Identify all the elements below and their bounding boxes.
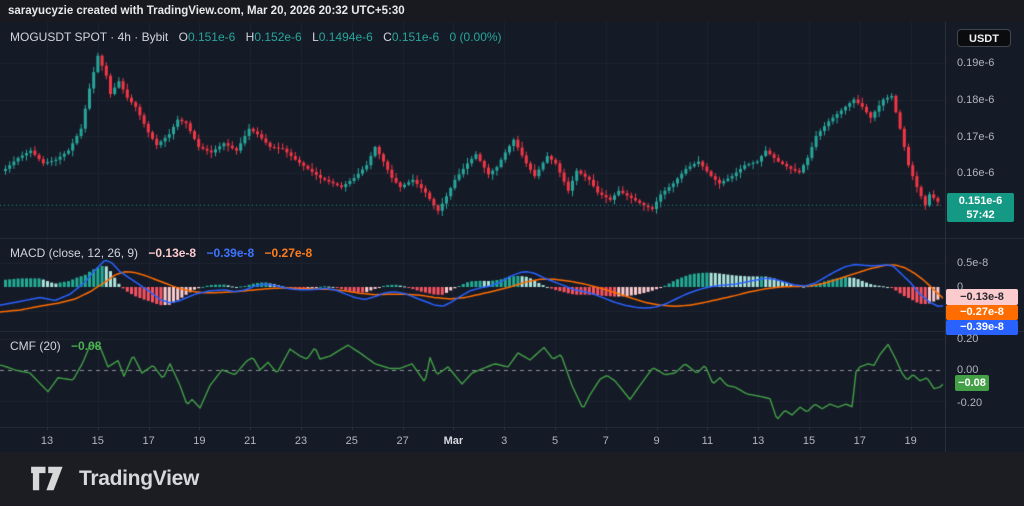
countdown-timer: 57:42 bbox=[947, 208, 1014, 222]
cmf-legend: CMF (20) −0.08 bbox=[10, 339, 101, 353]
ohlc-open-label: O bbox=[179, 30, 188, 44]
time-axis-tick bbox=[504, 427, 505, 430]
price-axis-label: 0.5e-8 bbox=[957, 257, 988, 269]
time-axis-tick bbox=[149, 427, 150, 430]
time-axis-tick bbox=[199, 427, 200, 430]
macd-title: MACD (close, 12, 26, 9) bbox=[10, 246, 138, 260]
time-axis-label: 5 bbox=[552, 435, 558, 447]
symbol-title: MOGUSDT SPOT · 4h · Bybit bbox=[10, 30, 168, 44]
change-value: 0 (0.00%) bbox=[450, 30, 502, 44]
price-axis-divider bbox=[945, 22, 946, 452]
time-axis-label: 19 bbox=[193, 435, 205, 447]
time-axis-label: 15 bbox=[92, 435, 104, 447]
time-axis-tick bbox=[555, 427, 556, 430]
time-axis-tick bbox=[758, 427, 759, 430]
symbol-legend: MOGUSDT SPOT · 4h · Bybit O0.151e-6 H0.1… bbox=[10, 30, 502, 44]
time-axis-label: 15 bbox=[803, 435, 815, 447]
time-axis-tick bbox=[809, 427, 810, 430]
time-axis-label: 11 bbox=[702, 435, 713, 447]
macd-signal-value: −0.27e-8 bbox=[265, 246, 313, 260]
cmf-badge: −0.08 bbox=[955, 375, 989, 391]
time-axis-label: 25 bbox=[346, 435, 358, 447]
bottom-bar: TradingView bbox=[0, 452, 1024, 506]
time-axis-label: 13 bbox=[752, 435, 764, 447]
time-axis-tick bbox=[453, 427, 454, 430]
cmf-value: −0.08 bbox=[71, 339, 101, 353]
ohlc-high-value: 0.152e-6 bbox=[254, 30, 301, 44]
attribution-bar: sarayucyzie created with TradingView.com… bbox=[0, 0, 1024, 22]
tradingview-logo[interactable]: TradingView bbox=[30, 465, 199, 492]
time-axis-tick bbox=[860, 427, 861, 430]
cmf-title: CMF (20) bbox=[10, 339, 61, 353]
time-axis-label: 23 bbox=[295, 435, 307, 447]
currency-toggle-button[interactable]: USDT bbox=[957, 29, 1011, 47]
price-axis-label: 0.19e-6 bbox=[957, 57, 994, 69]
price-axis-label: 0.17e-6 bbox=[957, 131, 994, 143]
time-axis-tick bbox=[657, 427, 658, 430]
time-axis-tick bbox=[911, 427, 912, 430]
pane-separator[interactable] bbox=[0, 331, 1024, 332]
tradingview-logo-icon bbox=[30, 465, 70, 492]
price-axis-label: 0.18e-6 bbox=[957, 94, 994, 106]
price-axis-label: 0.16e-6 bbox=[957, 167, 994, 179]
chart-canvas[interactable] bbox=[0, 22, 945, 427]
time-axis-tick bbox=[707, 427, 708, 430]
pane-separator[interactable] bbox=[0, 238, 1024, 239]
ohlc-open-value: 0.151e-6 bbox=[188, 30, 235, 44]
time-axis-label: 21 bbox=[244, 435, 256, 447]
last-price-value: 0.151e-6 bbox=[947, 194, 1014, 208]
time-axis-tick bbox=[352, 427, 353, 430]
time-axis-tick bbox=[250, 427, 251, 430]
macd-signal-badge: −0.27e-8 bbox=[946, 305, 1018, 320]
chart-widget: sarayucyzie created with TradingView.com… bbox=[0, 0, 1024, 506]
time-axis-label: 19 bbox=[904, 435, 916, 447]
ohlc-low-label: L bbox=[312, 30, 319, 44]
time-axis-tick bbox=[301, 427, 302, 430]
ohlc-low-value: 0.1494e-6 bbox=[319, 30, 373, 44]
time-axis-label: 3 bbox=[501, 435, 507, 447]
ohlc-close-value: 0.151e-6 bbox=[392, 30, 439, 44]
price-axis-label: 0.00 bbox=[957, 364, 978, 376]
price-axis-label: 0 bbox=[957, 281, 963, 293]
macd-hist-value: −0.13e-8 bbox=[148, 246, 196, 260]
macd-line-value: −0.39e-8 bbox=[206, 246, 254, 260]
macd-legend: MACD (close, 12, 26, 9) −0.13e-8 −0.39e-… bbox=[10, 246, 312, 260]
time-axis-separator bbox=[0, 427, 1024, 428]
ohlc-close-label: C bbox=[383, 30, 392, 44]
time-axis-tick bbox=[403, 427, 404, 430]
price-axis-label: -0.20 bbox=[957, 397, 982, 409]
time-axis-label: 7 bbox=[603, 435, 609, 447]
time-axis-tick bbox=[606, 427, 607, 430]
time-axis-label: 17 bbox=[854, 435, 866, 447]
time-axis-label: 9 bbox=[654, 435, 660, 447]
time-axis-label: 27 bbox=[396, 435, 408, 447]
tradingview-logo-text: TradingView bbox=[79, 467, 199, 491]
time-axis-tick bbox=[98, 427, 99, 430]
time-axis-label: Mar bbox=[444, 435, 464, 447]
time-axis-label: 17 bbox=[142, 435, 154, 447]
last-price-badge: 0.151e-6 57:42 bbox=[947, 193, 1014, 222]
time-axis-tick bbox=[47, 427, 48, 430]
price-axis-label: 0.20 bbox=[957, 333, 978, 345]
time-axis-label: 13 bbox=[41, 435, 53, 447]
